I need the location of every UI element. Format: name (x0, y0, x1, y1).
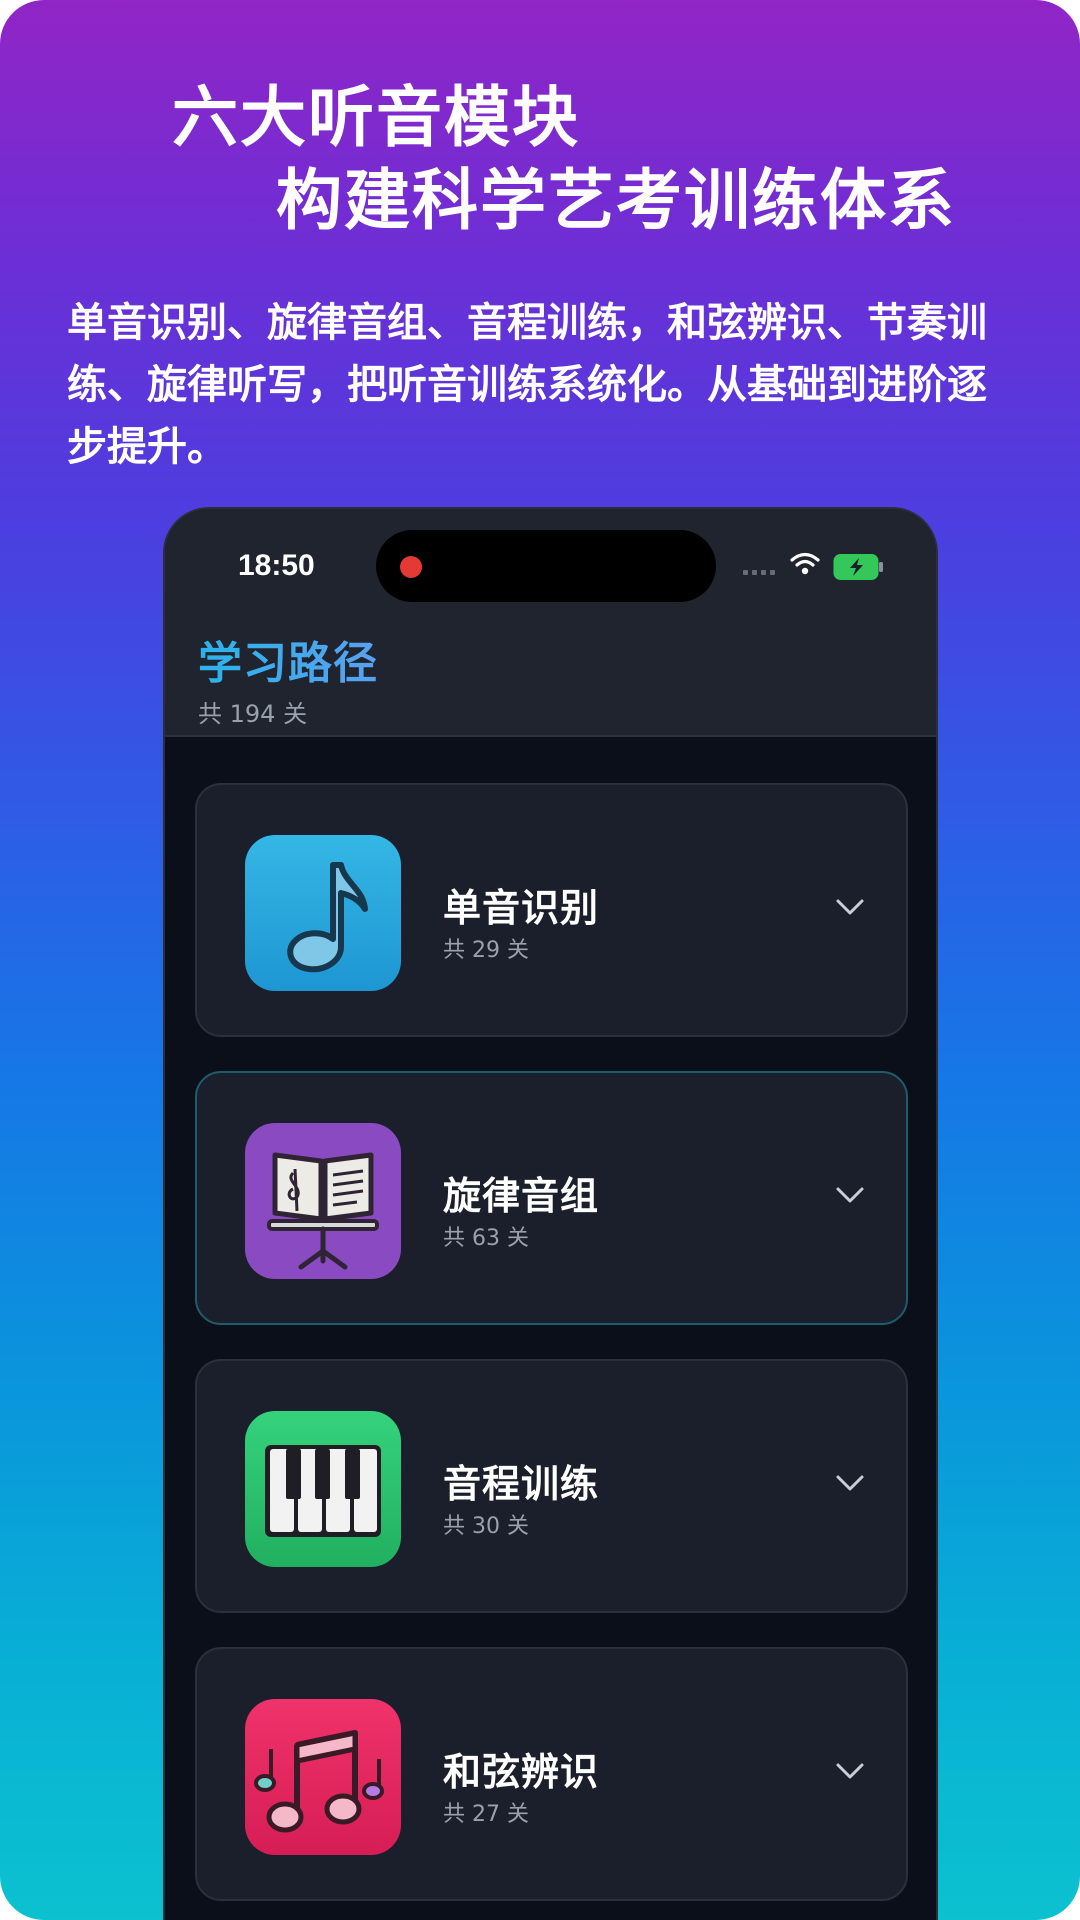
wifi-icon (790, 552, 820, 575)
promo-page: 六大听音模块 构建科学艺考训练体系 单音识别、旋律音组、音程训练，和弦辨识、节奏… (0, 0, 1080, 1920)
module-card-interval-training[interactable]: 音程训练 共 30 关 (195, 1359, 908, 1613)
cellular-signal-icon (743, 570, 775, 575)
total-levels: 共 194 关 (198, 700, 308, 728)
app-header: 18:50 学习路径 共 194 关 (165, 509, 936, 737)
module-count: 共 27 关 (443, 1802, 529, 1827)
chevron-down-icon[interactable] (835, 1761, 865, 1781)
music-notes-icon (245, 1699, 401, 1855)
dynamic-island (376, 530, 716, 602)
phone-mockup: 18:50 学习路径 共 194 关 单音识别 共 29 关 旋律音组 共 63… (163, 507, 938, 1920)
feature-description: 单音识别、旋律音组、音程训练，和弦辨识、节奏训练、旋律听写，把听音训练系统化。从… (67, 300, 987, 470)
module-name: 旋律音组 (443, 1174, 600, 1218)
module-card-chord-recognition[interactable]: 和弦辨识 共 27 关 (195, 1647, 908, 1901)
chevron-down-icon[interactable] (835, 1473, 865, 1493)
battery-charging-icon (833, 554, 883, 580)
status-time: 18:50 (238, 549, 315, 582)
module-name: 单音识别 (443, 886, 600, 930)
chevron-down-icon[interactable] (835, 897, 865, 917)
module-card-single-note[interactable]: 单音识别 共 29 关 (195, 783, 908, 1037)
module-count: 共 29 关 (443, 938, 529, 963)
module-count: 共 63 关 (443, 1226, 529, 1251)
module-count: 共 30 关 (443, 1514, 529, 1539)
page-title: 学习路径 (198, 627, 378, 691)
recording-indicator-icon (400, 556, 422, 578)
music-stand-icon (245, 1123, 401, 1279)
chevron-down-icon[interactable] (835, 1185, 865, 1205)
module-name: 和弦辨识 (443, 1750, 600, 1794)
module-card-melody-group[interactable]: 旋律音组 共 63 关 (195, 1071, 908, 1325)
music-note-icon (245, 835, 401, 991)
module-name: 音程训练 (443, 1462, 600, 1506)
headline-line-1: 六大听音模块 (172, 79, 580, 156)
headline-line-2: 构建科学艺考训练体系 (276, 162, 956, 239)
piano-icon (245, 1411, 401, 1567)
